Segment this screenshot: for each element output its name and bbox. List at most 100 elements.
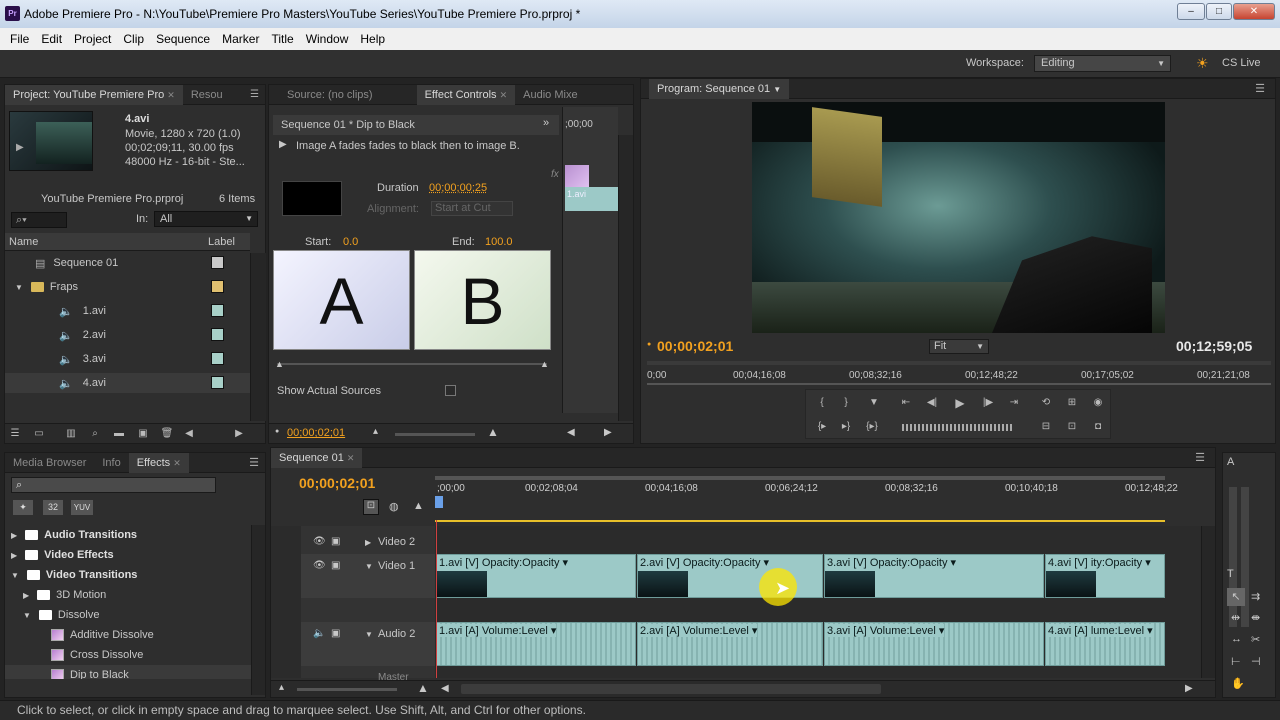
timeline-zoom-slider[interactable] <box>297 688 397 691</box>
tab-sequence-01[interactable]: Sequence 01 ✕ <box>271 447 363 468</box>
mark-out-icon[interactable]: } <box>838 396 854 410</box>
lock-icon[interactable]: ▣ <box>331 560 340 571</box>
add-marker-icon[interactable]: ▲ <box>413 500 424 512</box>
tab-audio-mixer[interactable]: Audio Mixe <box>515 85 585 105</box>
tab-tools[interactable]: T <box>1227 568 1234 580</box>
play-icon[interactable]: ▶ <box>16 142 24 153</box>
scroll-right-icon[interactable]: ▶ <box>604 427 612 438</box>
timeline-ruler[interactable]: ;00;00 00;02;08;04 00;04;16;08 00;06;24;… <box>435 476 1199 522</box>
panel-menu-icon[interactable]: ☰ <box>1195 451 1205 464</box>
step-forward-icon[interactable]: |▶ <box>980 396 996 410</box>
mark-in-icon[interactable]: { <box>814 396 830 410</box>
panel-menu-icon[interactable]: ☰ <box>250 89 259 100</box>
effects-scrollbar[interactable] <box>251 525 265 695</box>
program-ruler[interactable]: 0;00 00;04;16;08 00;08;32;16 00;12;48;22… <box>647 361 1271 391</box>
maximize-button[interactable]: □ <box>1206 3 1232 20</box>
tab-info[interactable]: Info <box>94 453 128 473</box>
alignment-dropdown[interactable]: Start at Cut <box>431 201 513 216</box>
scroll-right-icon[interactable]: ▶ <box>1185 683 1193 694</box>
output-icon[interactable]: ◉ <box>1090 396 1106 410</box>
video-clip-4[interactable]: 4.avi [V] ity:Opacity ▾ <box>1045 554 1165 598</box>
show-actual-checkbox[interactable] <box>445 385 456 396</box>
panel-menu-icon[interactable]: ☰ <box>249 456 259 469</box>
program-current-time[interactable]: 00;00;02;01 <box>657 338 733 354</box>
menu-help[interactable]: Help <box>354 32 391 46</box>
effects-search-input[interactable]: ⌕ <box>11 477 216 493</box>
video-clip-1[interactable]: 1.avi [V] Opacity:Opacity ▾ <box>436 554 636 598</box>
find-icon[interactable]: ⌕ <box>87 427 103 441</box>
toggle-timeline-icon[interactable]: » <box>543 117 549 129</box>
tab-effects[interactable]: Effects ✕ <box>128 452 189 473</box>
duration-value[interactable]: 00;00;00;25 <box>429 182 487 194</box>
tab-audio-meters[interactable]: A <box>1227 456 1234 468</box>
expand-icon[interactable]: ▶ <box>365 538 371 547</box>
new-bin-icon[interactable]: ▬ <box>111 427 127 441</box>
menu-title[interactable]: Title <box>265 32 299 46</box>
go-to-out-icon[interactable]: ⇥ <box>1006 396 1022 410</box>
play-around-icon[interactable]: {▸} <box>864 420 880 434</box>
trash-icon[interactable]: 🗑 <box>159 427 175 441</box>
start-slider-handle[interactable]: ▲ <box>275 359 284 369</box>
tab-project[interactable]: Project: YouTube Premiere Pro ✕ <box>5 84 183 105</box>
audio-clip-4[interactable]: 4.avi [A] lume:Level ▾ <box>1045 622 1165 666</box>
transition-block[interactable] <box>565 165 589 187</box>
list-item[interactable]: ▼ Fraps <box>5 277 250 297</box>
col-label[interactable]: Label <box>208 236 235 248</box>
markers-icon[interactable]: ◍ <box>389 500 399 513</box>
rate-stretch-tool-icon[interactable]: ↔ <box>1231 633 1242 645</box>
play-icon[interactable]: ▶ <box>279 139 287 150</box>
scroll-left-icon[interactable]: ◀ <box>181 427 197 441</box>
lift-icon[interactable]: ⊟ <box>1038 420 1054 434</box>
effects-folder-video-effects[interactable]: ▶ Video Effects <box>5 545 251 565</box>
start-value[interactable]: 0.0 <box>343 236 358 248</box>
go-to-in-icon[interactable]: ⇤ <box>898 396 914 410</box>
start-end-slider[interactable] <box>277 363 547 365</box>
scroll-left-icon[interactable]: ◀ <box>441 683 449 694</box>
menu-clip[interactable]: Clip <box>117 32 150 46</box>
effects-folder-dissolve[interactable]: ▼ Dissolve <box>5 605 251 625</box>
shuttle-icon[interactable]: ▸} <box>838 420 854 434</box>
slip-tool-icon[interactable]: ⊢ <box>1231 655 1241 668</box>
zoom-out-icon[interactable]: ▴ <box>373 426 378 437</box>
tab-source[interactable]: Source: (no clips) <box>269 85 381 105</box>
close-button[interactable]: ✕ <box>1233 3 1275 20</box>
in-dropdown[interactable]: All ▼ <box>154 211 258 227</box>
panel-menu-icon[interactable]: ☰ <box>1255 82 1265 95</box>
workspace-dropdown[interactable]: Editing ▼ <box>1034 55 1171 72</box>
vertical-scrollbar[interactable] <box>250 253 266 421</box>
zoom-out-icon[interactable]: ▴ <box>279 682 284 693</box>
end-value[interactable]: 100.0 <box>485 236 513 248</box>
ec-current-time[interactable]: 00;00;02;01 <box>287 427 345 439</box>
menu-project[interactable]: Project <box>68 32 117 46</box>
play-in-to-out-icon[interactable]: {▸ <box>814 420 830 434</box>
step-back-icon[interactable]: ◀| <box>924 396 940 410</box>
selection-tool-icon[interactable]: ↖ <box>1227 588 1245 606</box>
fit-dropdown[interactable]: Fit ▼ <box>929 339 989 354</box>
ec-vertical-scrollbar[interactable] <box>618 135 633 421</box>
marker-icon[interactable]: ▼ <box>866 396 882 410</box>
work-area-bar[interactable] <box>435 520 1165 522</box>
zoom-in-icon[interactable]: ▲ <box>417 681 429 695</box>
tab-media-browser[interactable]: Media Browser <box>5 453 94 473</box>
list-item[interactable]: 🔈 1.avi <box>5 301 250 321</box>
list-view-icon[interactable]: ☰ <box>7 427 23 441</box>
audio-clip-1[interactable]: 1.avi [A] Volume:Level ▾ <box>436 622 636 666</box>
track-select-tool-icon[interactable]: ⇉ <box>1251 590 1260 603</box>
jog-slider[interactable] <box>902 424 1012 431</box>
collapse-icon[interactable]: ▼ <box>365 562 373 571</box>
scroll-right-icon[interactable]: ▶ <box>231 427 247 441</box>
32bit-badge[interactable]: 32 <box>43 500 63 515</box>
col-name[interactable]: Name <box>9 236 38 248</box>
effects-folder-3d-motion[interactable]: ▶ 3D Motion <box>5 585 251 605</box>
timeline-horizontal-scrollbar[interactable] <box>461 684 881 694</box>
collapse-icon[interactable]: ▼ <box>365 630 373 639</box>
hand-tool-icon[interactable]: ✋ <box>1231 677 1245 690</box>
end-slider-handle[interactable]: ▲ <box>540 359 549 369</box>
automate-icon[interactable]: ▥ <box>63 427 79 441</box>
safe-margins-icon[interactable]: ⊞ <box>1064 396 1080 410</box>
effect-additive-dissolve[interactable]: Additive Dissolve <box>5 625 251 645</box>
ec-clip-block[interactable]: 1.avi <box>565 187 619 211</box>
list-item[interactable]: ▤ Sequence 01 <box>5 253 250 273</box>
effects-folder-audio-transitions[interactable]: ▶ Audio Transitions <box>5 525 251 545</box>
audio-clip-3[interactable]: 3.avi [A] Volume:Level ▾ <box>824 622 1044 666</box>
